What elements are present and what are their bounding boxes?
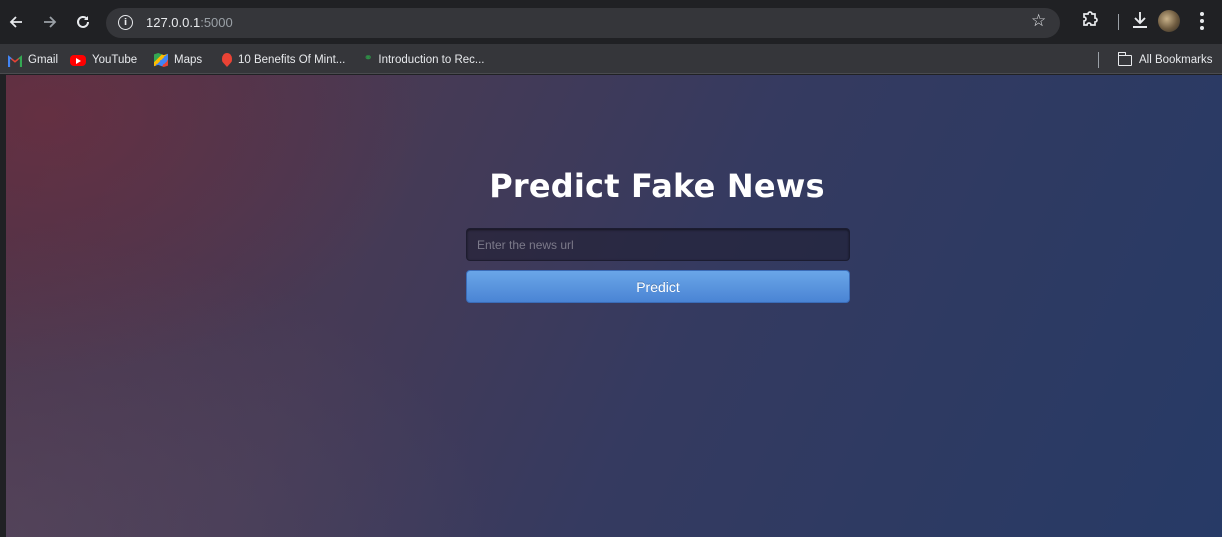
download-icon[interactable]: [1129, 9, 1151, 31]
browser-toolbar: i 127.0.0.1:5000 ☆: [0, 0, 1222, 44]
bookmark-intro[interactable]: ⚭ Introduction to Rec...: [364, 51, 485, 69]
bookmark-gmail[interactable]: Gmail: [8, 51, 58, 69]
bookmark-label: 10 Benefits Of Mint...: [238, 54, 346, 66]
url-host: 127.0.0.1: [146, 15, 201, 30]
kebab-menu-icon[interactable]: [1194, 10, 1210, 32]
folder-icon: [1117, 51, 1132, 66]
news-url-input[interactable]: [466, 228, 850, 261]
address-bar[interactable]: i 127.0.0.1:5000: [106, 8, 1060, 38]
page-title: Predict Fake News: [489, 167, 825, 205]
bookmark-maps[interactable]: Maps: [154, 51, 202, 69]
bookmarks-divider: [1098, 52, 1099, 68]
bookmark-youtube[interactable]: YouTube: [70, 51, 137, 69]
url-port: :5000: [200, 15, 233, 30]
url-text[interactable]: 127.0.0.1:5000: [146, 15, 233, 30]
pin-icon: [222, 53, 232, 67]
maps-icon: [154, 53, 168, 67]
gmail-icon: [8, 55, 22, 67]
avatar[interactable]: [1158, 10, 1180, 32]
bookmark-label: YouTube: [92, 54, 138, 66]
puzzle-icon[interactable]: [1081, 10, 1099, 28]
predict-button[interactable]: Predict: [466, 270, 850, 303]
star-icon[interactable]: ☆: [1031, 11, 1046, 31]
all-bookmarks-label: All Bookmarks: [1139, 54, 1213, 66]
bookmark-label: Gmail: [28, 54, 59, 66]
bookmark-mint[interactable]: 10 Benefits Of Mint...: [222, 51, 345, 69]
bookmark-label: Introduction to Rec...: [378, 54, 485, 66]
youtube-icon: [70, 54, 86, 66]
reload-icon[interactable]: [69, 8, 97, 36]
all-bookmarks-button[interactable]: All Bookmarks: [1117, 51, 1213, 69]
gfg-icon: ⚭: [364, 53, 373, 64]
toolbar-divider: [1118, 14, 1119, 30]
bookmark-label: Maps: [174, 54, 203, 66]
forward-arrow-icon[interactable]: [36, 8, 64, 36]
info-icon[interactable]: i: [118, 15, 133, 30]
back-arrow-icon[interactable]: [2, 8, 30, 36]
page-content: Predict Fake News Predict: [6, 75, 1222, 537]
bookmarks-bar: Gmail YouTube Maps 10 Benefits Of Mint..…: [0, 44, 1222, 74]
